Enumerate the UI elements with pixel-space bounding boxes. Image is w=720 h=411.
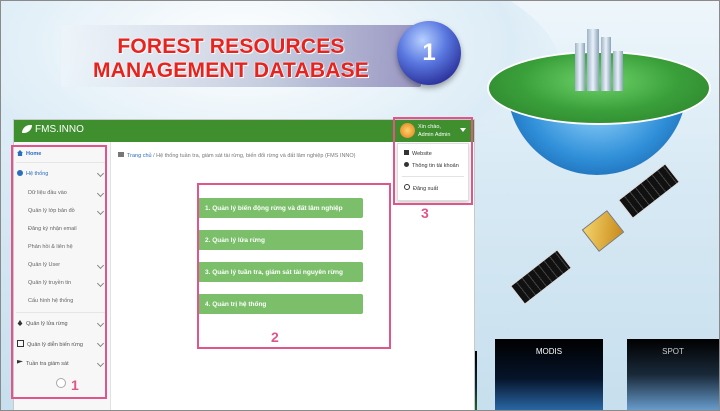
annotation-number-2: 2 [271,329,279,345]
banner-title: FOREST RESOURCES MANAGEMENT DATABASE [71,35,391,83]
modis-label: MODIS [535,347,563,356]
globe-land-disc [487,51,711,125]
annotation-number-3: 3 [421,205,429,221]
brand-logo[interactable]: FMS.INNO [22,124,84,135]
slide-frame: FOREST RESOURCES MANAGEMENT DATABASE 1 M… [0,0,720,411]
modis-thumbnail: MODIS [495,339,603,410]
solar-panel [509,249,573,305]
breadcrumb-home-link[interactable]: Trang chủ [127,153,152,159]
spot-thumbnail: SPOT [627,339,719,410]
brand-name: FMS.INNO [35,124,84,135]
leaf-icon [22,125,32,133]
banner-title-line1: FOREST RESOURCES [117,35,345,58]
annotation-number-1: 1 [71,377,79,393]
skyscraper [587,29,599,91]
satellite-illustration [507,161,707,311]
breadcrumb-current: Hệ thống tuần tra, giám sát tài rừng, bi… [156,153,356,159]
skyscraper [601,37,611,91]
globe-illustration [487,29,711,175]
annotation-box-2 [197,183,391,349]
banner-title-line2: MANAGEMENT DATABASE [92,59,369,82]
skyscraper [575,43,585,91]
spot-label: SPOT [662,347,684,356]
satellite-body [581,210,625,252]
breadcrumb: Trang chủ / Hệ thống tuần tra, giám sát … [118,152,356,159]
annotation-box-1 [11,145,107,399]
house-icon [118,152,124,157]
annotation-box-3 [393,117,473,205]
number-badge: 1 [397,21,461,85]
breadcrumb-separator: / [153,153,155,159]
solar-panel [617,163,681,219]
skyscraper [613,51,623,91]
